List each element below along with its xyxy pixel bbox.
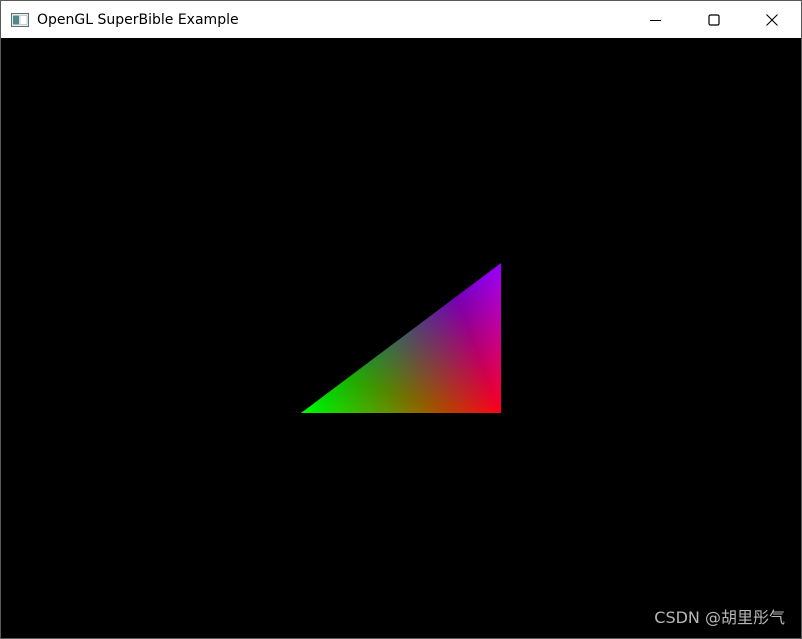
rendered-scene <box>301 263 501 413</box>
close-icon <box>766 13 778 26</box>
minimize-icon <box>650 19 661 21</box>
maximize-icon <box>708 13 720 26</box>
app-window: OpenGL SuperBible Example CSDN @胡里彤气 <box>0 0 802 639</box>
window-controls <box>627 1 801 38</box>
maximize-button[interactable] <box>685 1 743 38</box>
watermark-text: CSDN @胡里彤气 <box>654 608 785 627</box>
application-window-icon[interactable] <box>11 12 29 27</box>
minimize-button[interactable] <box>627 1 685 38</box>
opengl-viewport[interactable]: CSDN @胡里彤气 <box>1 38 801 638</box>
window-title: OpenGL SuperBible Example <box>37 11 239 28</box>
close-button[interactable] <box>743 1 801 38</box>
title-bar[interactable]: OpenGL SuperBible Example <box>1 1 801 38</box>
colored-triangle <box>301 263 501 413</box>
